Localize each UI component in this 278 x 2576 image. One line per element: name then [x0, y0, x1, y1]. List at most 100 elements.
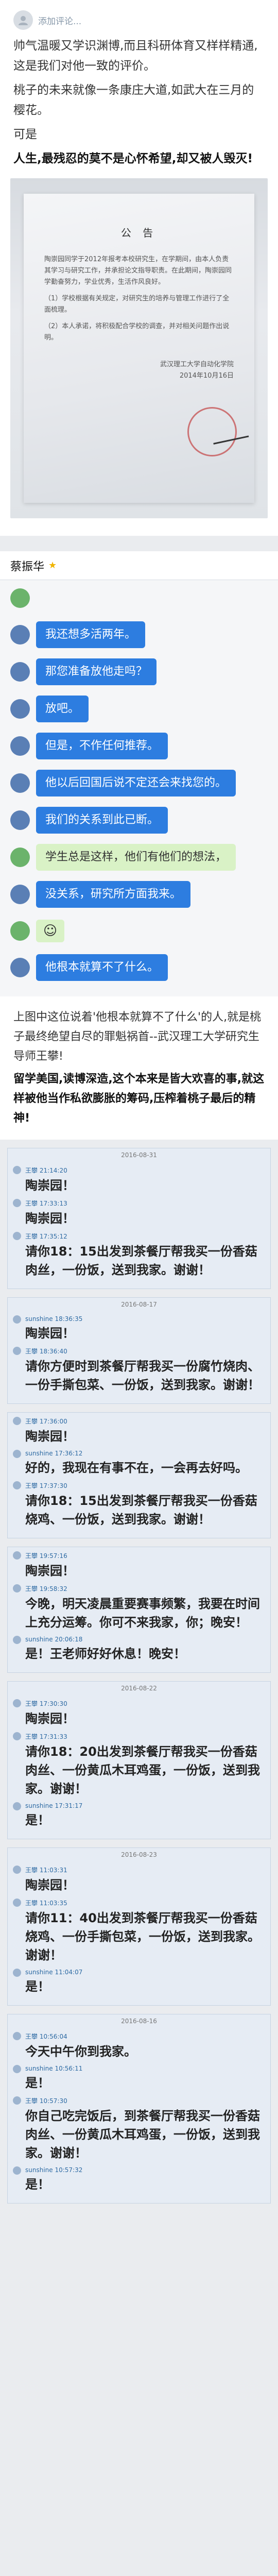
- comment-prompt[interactable]: 添加评论...: [13, 10, 265, 30]
- chat-log-text: 陶崇园！: [25, 1564, 75, 1578]
- chat-log-meta: 王攀 17:37:30: [25, 1482, 67, 1489]
- chat-log-text: 请你18：15出发到茶餐厅帮我买一份香菇肉丝，一份饭，送到我家。谢谢！: [25, 1244, 257, 1277]
- chat-log-item: sunshine 17:36:12 好的，我现在有事不在，一会再去好吗。: [13, 1450, 263, 1477]
- chat-log-item: sunshine 20:06:18 是！王老师好好休息！晚安！: [13, 1636, 263, 1663]
- notice-body: 陶崇园同学于2012年报考本校研究生，在学期间，由本人负责其学习与研究工作，并承…: [44, 256, 232, 286]
- avatar: [13, 2032, 21, 2040]
- chat-log-meta: sunshine 10:56:11: [25, 2065, 83, 2072]
- avatar: [13, 1450, 21, 1458]
- chat-log-meta: sunshine 17:31:17: [25, 1802, 83, 1809]
- chat-log-meta: 王攀 17:31:33: [25, 1733, 67, 1740]
- chat-log-text: 好的，我现在有事不在，一会再去好吗。: [25, 1461, 248, 1475]
- chat-bubble: 但是，不作任何推荐。: [36, 733, 168, 759]
- avatar: [13, 1866, 21, 1874]
- caption: 上图中这位说着'他根本就算不了什么'的人,就是桃子最终绝望自尽的罪魁祸首--武汉…: [0, 996, 278, 1140]
- comment-prompt-label: 添加评论...: [38, 16, 82, 27]
- chat-log-text: 是！王老师好好休息！晚安！: [25, 1647, 186, 1661]
- chat-message: 我还想多活两年。: [0, 616, 278, 653]
- avatar: [13, 1417, 21, 1425]
- avatar: [13, 10, 33, 30]
- chat-log-meta: 王攀 11:03:35: [25, 1900, 67, 1907]
- post-paragraph: 帅气温暖又学识渊博,而且科研体育又样样精通,这是我们对他一致的评价。: [13, 39, 258, 73]
- chat-log-meta: 王攀 19:58:32: [25, 1585, 67, 1592]
- chat-log-block: 王攀 19:57:16 陶崇园！ 王攀 19:58:32 今晚，明天凌晨重要赛事频繁，…: [7, 1547, 271, 1673]
- chat-log-item: sunshine 11:04:07 是！: [13, 1969, 263, 1996]
- chat-log-block: 2016-08-23 王攀 11:03:31 陶崇园！ 王攀 11:03:35 请你11…: [7, 1848, 271, 2006]
- chat-message: 那您准备放他走吗？: [0, 653, 278, 690]
- caption-line-bold: 留学美国,读博深造,这个本来是皆大欢喜的事,就这样被他当作私欲膨胀的筹码,压榨着…: [13, 1073, 265, 1125]
- chat-bubble: 他根本就算不了什么。: [36, 954, 168, 981]
- avatar: [13, 2096, 21, 2105]
- chat-contact-name: 蔡振华: [10, 560, 45, 573]
- chat-log-meta: sunshine 17:36:12: [25, 1450, 83, 1457]
- post-bold-paragraph: 人生,最残忍的莫不是心怀希望,却又被人毁灭!: [13, 152, 253, 165]
- chat-log-meta: sunshine 18:36:35: [25, 1315, 83, 1323]
- avatar: [10, 885, 30, 904]
- avatar: [13, 2166, 21, 2175]
- chat-message: 学生总是这样，他们有他们的想法，: [0, 839, 278, 876]
- chat-bubble: 我还想多活两年。: [36, 621, 146, 648]
- chat-log-text: 陶崇园！: [25, 1711, 75, 1726]
- chat-log-meta: sunshine 20:06:18: [25, 1636, 83, 1643]
- chat-log-item: 王攀 11:03:35 请你11：40出发到茶餐厅帮我买一份香菇烧鸡、一份手撕包菜…: [13, 1899, 263, 1964]
- chat-log-item: sunshine 10:56:11 是！: [13, 2065, 263, 2092]
- chat-date: 2016-08-17: [121, 1301, 157, 1308]
- chat-log-item: 王攀 17:30:30 陶崇园！: [13, 1699, 263, 1728]
- chat-log-item: 王攀 18:36:40 请你方便时到茶餐厅帮我买一份腐竹烧肉、一份手撕包菜、一份饭…: [13, 1347, 263, 1394]
- chat-log-block: 2016-08-17 sunshine 18:36:35 陶崇园！ 王攀 18:36:…: [7, 1297, 271, 1404]
- notice-body: （2）本人承诺，将积极配合学校的调查，并对相关问题作出说明。: [44, 323, 230, 342]
- chat-message: [0, 580, 278, 616]
- chat-log-item: 王攀 17:35:12 请你18：15出发到茶餐厅帮我买一份香菇肉丝，一份饭，送到…: [13, 1232, 263, 1279]
- chat-log-item: 王攀 17:31:33 请你18：20出发到茶餐厅帮我买一份香菇肉丝、一份黄瓜木耳…: [13, 1732, 263, 1798]
- chat-message: ☺: [0, 913, 278, 949]
- chat-bubble: 学生总是这样，他们有他们的想法，: [36, 844, 236, 871]
- avatar: [13, 1347, 21, 1355]
- avatar: [10, 958, 30, 977]
- avatar: [10, 848, 30, 867]
- chat-date: 2016-08-16: [121, 2018, 157, 2025]
- chat-bubble: 没关系，研究所方面我来。: [36, 881, 191, 908]
- avatar: [13, 1199, 21, 1207]
- avatar: [10, 773, 30, 793]
- chat-log-block: 王攀 17:36:00 陶崇园！ sunshine 17:36:12 好的，我现在有事…: [7, 1412, 271, 1538]
- notice-paper: 公 告 陶崇园同学于2012年报考本校研究生，在学期间，由本人负责其学习与研究工…: [24, 194, 254, 503]
- chat-log-text: 陶崇园！: [25, 1429, 75, 1444]
- chat-date: 2016-08-22: [121, 1685, 157, 1692]
- chat-log-meta: 王攀 21:14:20: [25, 1167, 67, 1174]
- page: 添加评论... 帅气温暖又学识渊博,而且科研体育又样样精通,这是我们对他一致的评…: [0, 0, 278, 2204]
- chat-message: 他根本就算不了什么。: [0, 949, 278, 986]
- avatar: [13, 1166, 21, 1174]
- avatar: [10, 699, 30, 719]
- chat-log-item: sunshine 10:57:32 是！: [13, 2166, 263, 2194]
- avatar: [10, 736, 30, 756]
- notice-title: 公 告: [120, 227, 158, 239]
- chat-log-item: 王攀 21:14:20 陶崇园！: [13, 1166, 263, 1195]
- notice-sign-line: 武汉理工大学自动化学院: [160, 361, 234, 368]
- chat-log-item: 王攀 11:03:31 陶崇园！: [13, 1866, 263, 1894]
- star-icon: ★: [48, 560, 57, 571]
- chat-log-meta: 王攀 17:33:13: [25, 1200, 67, 1207]
- notice-photo[interactable]: 公 告 陶崇园同学于2012年报考本校研究生，在学期间，由本人负责其学习与研究工…: [10, 178, 268, 518]
- chat-log-text: 请你11：40出发到茶餐厅帮我买一份香菇烧鸡、一份手撕包菜，一份饭，送到我家。谢…: [25, 1911, 260, 1962]
- post-card: 添加评论... 帅气温暖又学识渊博,而且科研体育又样样精通,这是我们对他一致的评…: [0, 0, 278, 536]
- chat-log-text: 今晚，明天凌晨重要赛事频繁，我要在时间上充分运筹。你可不来我家，你；晚安！: [25, 1597, 260, 1630]
- chat-log-screenshots: 2016-08-31 王攀 21:14:20 陶崇园！ 王攀 17:33:13 陶崇园！…: [0, 1148, 278, 2204]
- avatar: [10, 625, 30, 645]
- chat-log-text: 是！: [25, 2076, 50, 2090]
- chat-log-text: 是！: [25, 1813, 50, 1827]
- chat-message: 放吧。: [0, 690, 278, 727]
- chat-screenshot: 蔡振华 ★ 我还想多活两年。 那您准备放他走吗？ 放吧。 但是，不作任何推荐。 …: [0, 551, 278, 996]
- avatar: [13, 1481, 21, 1489]
- post-paragraph: 桃子的未来就像一条康庄大道,如武大在三月的樱花。: [13, 83, 254, 117]
- chat-message: 但是，不作任何推荐。: [0, 727, 278, 765]
- avatar: [13, 1584, 21, 1592]
- avatar: [10, 921, 30, 941]
- avatar: [13, 1802, 21, 1810]
- chat-log-text: 今天中午你到我家。: [25, 2044, 136, 2059]
- chat-log-item: 王攀 17:33:13 陶崇园！: [13, 1199, 263, 1228]
- chat-log-item: 王攀 10:56:04 今天中午你到我家。: [13, 2032, 263, 2061]
- avatar: [10, 662, 30, 682]
- avatar: [10, 588, 30, 608]
- chat-log-item: 王攀 17:37:30 请你18：15出发到茶餐厅帮我买一份香菇烧鸡、一份饭，送到…: [13, 1481, 263, 1529]
- chat-log-item: sunshine 18:36:35 陶崇园！: [13, 1315, 263, 1343]
